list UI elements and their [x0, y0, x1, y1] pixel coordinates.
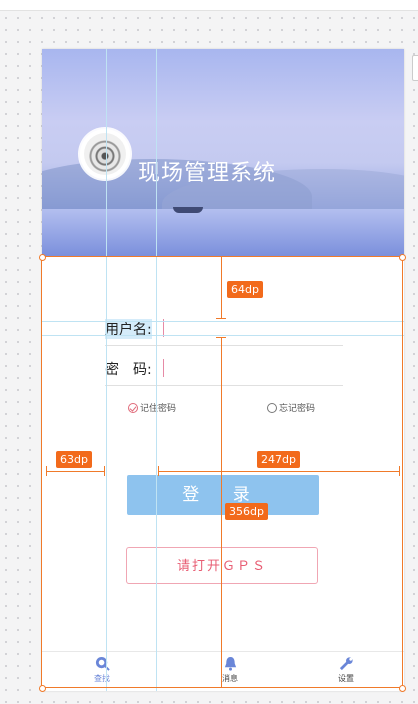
dimension-tag: 247dp — [257, 451, 300, 468]
dimension-line — [221, 337, 222, 687]
tab-label: 消息 — [222, 674, 238, 683]
bottom-tab-bar: 查找 消息 设置 — [42, 651, 404, 691]
water-drop-icon — [84, 133, 126, 175]
dimension-tag: 356dp — [225, 503, 268, 520]
forget-password-label: 忘记密码 — [279, 404, 316, 414]
forget-password-checkbox[interactable]: 忘记密码 — [267, 401, 315, 414]
guide-line — [156, 49, 157, 691]
tab-label: 查找 — [94, 674, 110, 683]
bell-icon — [224, 656, 236, 671]
dimension-line — [104, 466, 105, 476]
dimension-line — [46, 466, 47, 476]
username-field[interactable]: 用户名: — [105, 307, 343, 346]
header-banner: 现场管理系统 — [42, 49, 404, 256]
password-label: 密 码: — [105, 362, 152, 378]
dimension-line — [399, 466, 400, 476]
resize-handle[interactable] — [399, 254, 406, 261]
resize-handle[interactable] — [399, 685, 406, 692]
wrench-icon — [339, 657, 353, 671]
tab-search[interactable]: 查找 — [72, 656, 132, 684]
text-caret — [163, 359, 164, 377]
phone-artboard: 现场管理系统 用户名: 密 码: 记住密码 忘记密码 登 录 请打开ＧＰＳ 查找 — [42, 49, 404, 691]
dimension-line — [158, 466, 159, 476]
username-label: 用户名: — [105, 319, 152, 339]
password-field[interactable]: 密 码: — [105, 347, 343, 386]
dimension-line — [221, 257, 222, 319]
dimension-line — [158, 471, 400, 472]
dimension-line — [216, 318, 226, 319]
tab-messages[interactable]: 消息 — [200, 656, 260, 684]
tab-settings[interactable]: 设置 — [316, 656, 376, 684]
tab-label: 设置 — [338, 674, 354, 683]
app-logo — [80, 129, 130, 179]
search-icon — [95, 656, 110, 671]
resize-handle[interactable] — [39, 685, 46, 692]
dimension-line — [46, 471, 104, 472]
guide-line — [42, 321, 404, 322]
guide-line — [42, 335, 404, 336]
remember-password-checkbox[interactable]: 记住密码 — [128, 401, 176, 414]
enable-gps-button[interactable]: 请打开ＧＰＳ — [126, 547, 318, 584]
unchecked-icon — [267, 402, 277, 413]
resize-handle[interactable] — [39, 254, 46, 261]
side-panel-tab[interactable] — [412, 55, 418, 81]
top-toolbar — [0, 0, 418, 11]
dimension-line — [216, 337, 226, 338]
remember-password-label: 记住密码 — [140, 404, 177, 414]
app-title: 现场管理系统 — [138, 161, 277, 186]
dimension-tag: 64dp — [227, 281, 263, 298]
boat-shape — [173, 207, 203, 213]
guide-line — [106, 49, 107, 691]
dimension-tag: 63dp — [56, 451, 92, 468]
lake-water — [42, 209, 404, 256]
checked-icon — [128, 402, 138, 413]
